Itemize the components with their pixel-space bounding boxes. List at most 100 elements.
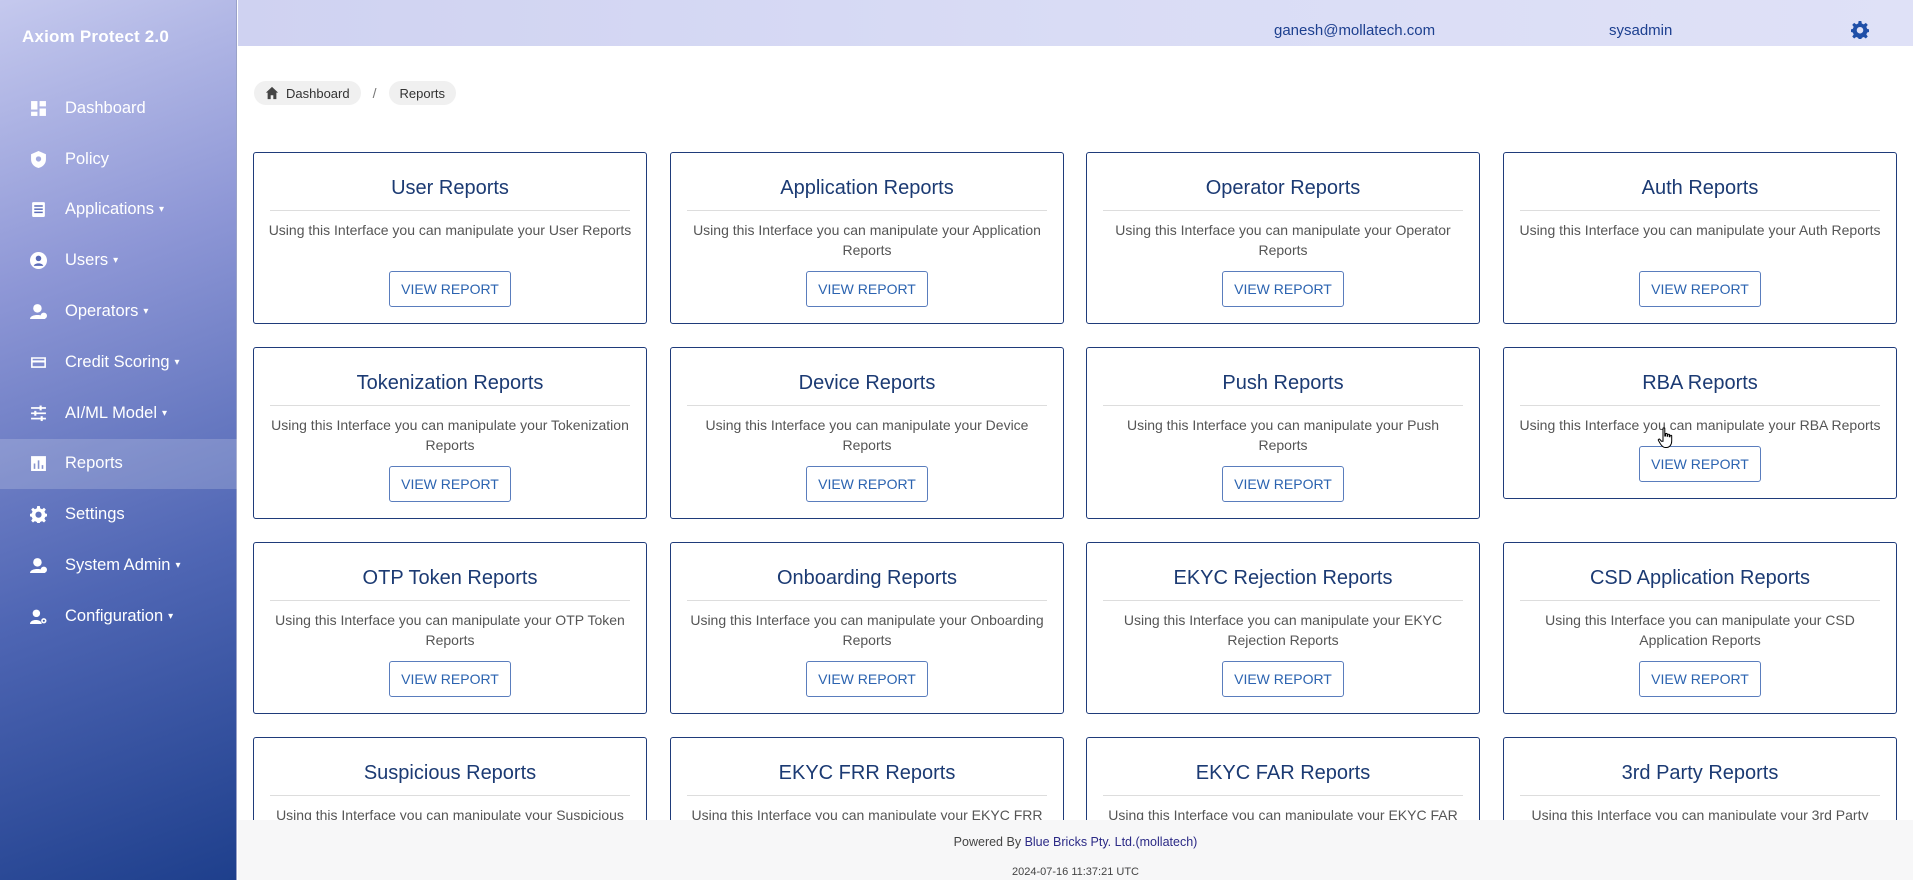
sidebar-item-policy[interactable]: Policy <box>0 134 237 185</box>
sidebar: Axiom Protect 2.0 Dashboard Policy Appli… <box>0 0 237 880</box>
user-gear-icon <box>30 608 47 625</box>
chevron-down-icon: ▾ <box>174 356 180 368</box>
view-report-button[interactable]: VIEW REPORT <box>1639 446 1761 482</box>
card-title: Device Reports <box>798 372 936 394</box>
divider <box>1103 600 1463 601</box>
user-email[interactable]: ganesh@mollatech.com <box>1274 22 1435 39</box>
divider <box>270 405 630 406</box>
view-report-button[interactable]: VIEW REPORT <box>806 661 928 697</box>
card-title: Tokenization Reports <box>356 372 544 394</box>
sidebar-item-reports[interactable]: Reports <box>0 438 237 490</box>
sidebar-item-label: Reports <box>65 454 123 473</box>
report-card-operator: Operator Reports Using this Interface yo… <box>1086 152 1480 324</box>
report-card-push: Push Reports Using this Interface you ca… <box>1086 347 1480 519</box>
sidebar-item-label: Settings <box>65 505 125 524</box>
sidebar-item-label: Configuration <box>65 606 164 625</box>
hand-cursor-icon <box>1657 427 1675 449</box>
view-report-button[interactable]: VIEW REPORT <box>389 661 511 697</box>
report-card-device: Device Reports Using this Interface you … <box>670 347 1064 519</box>
divider <box>270 210 630 211</box>
sidebar-item-operators[interactable]: Operators ▾ <box>0 286 237 337</box>
chevron-down-icon: ▾ <box>162 407 168 419</box>
report-card-suspicious: Suspicious Reports Using this Interface … <box>253 737 647 820</box>
view-report-button[interactable]: VIEW REPORT <box>1639 271 1761 307</box>
card-title: Application Reports <box>780 177 954 199</box>
chevron-down-icon: ▾ <box>143 306 149 318</box>
report-card-ekyc-rejection: EKYC Rejection Reports Using this Interf… <box>1086 542 1480 714</box>
sidebar-item-label: Users <box>65 251 109 270</box>
view-report-button[interactable]: VIEW REPORT <box>389 466 511 502</box>
sidebar-item-label: Operators <box>65 302 139 321</box>
card-description: Using this Interface you can manipulate … <box>271 417 629 453</box>
powered-by-prefix: Powered By <box>953 835 1022 849</box>
view-report-button[interactable]: VIEW REPORT <box>1222 466 1344 502</box>
card-description: Using this Interface you can manipulate … <box>691 807 1043 820</box>
divider <box>1520 405 1880 406</box>
divider <box>687 210 1047 211</box>
gear-icon[interactable] <box>1851 21 1869 39</box>
divider <box>1520 795 1880 796</box>
sidebar-item-settings[interactable]: Settings <box>0 489 237 540</box>
card-title: EKYC FAR Reports <box>1195 762 1371 784</box>
gear-icon <box>30 506 47 524</box>
card-description: Using this Interface you can manipulate … <box>1126 417 1440 453</box>
sidebar-item-users[interactable]: Users ▾ <box>0 235 237 286</box>
operator-icon <box>30 303 47 320</box>
view-report-button[interactable]: VIEW REPORT <box>1639 661 1761 697</box>
sidebar-item-configuration[interactable]: Configuration ▾ <box>0 591 237 642</box>
card-description: Using this Interface you can manipulate … <box>690 612 1044 648</box>
report-card-user: User Reports Using this Interface you ca… <box>253 152 647 324</box>
sidebar-item-dashboard[interactable]: Dashboard <box>0 83 237 134</box>
view-report-button[interactable]: VIEW REPORT <box>1222 661 1344 697</box>
divider <box>1520 600 1880 601</box>
report-card-auth: Auth Reports Using this Interface you ca… <box>1503 152 1897 324</box>
card-title: EKYC Rejection Reports <box>1173 567 1393 589</box>
report-card-tokenization: Tokenization Reports Using this Interfac… <box>253 347 647 519</box>
sidebar-item-label: System Admin <box>65 556 171 575</box>
sidebar-nav: Dashboard Policy Applications ▾ Users ▾ … <box>0 83 237 642</box>
sidebar-item-label: Credit Scoring <box>65 352 170 371</box>
sidebar-item-applications[interactable]: Applications ▾ <box>0 185 237 236</box>
report-card-ekyc-frr: EKYC FRR Reports Using this Interface yo… <box>670 737 1064 820</box>
report-card-otp-token: OTP Token Reports Using this Interface y… <box>253 542 647 714</box>
admin-icon <box>30 557 47 574</box>
server-timestamp: 2024-07-16 11:37:21 UTC <box>1012 866 1139 878</box>
card-description: Using this Interface you can manipulate … <box>1123 612 1443 648</box>
card-title: Suspicious Reports <box>363 762 537 784</box>
report-card-rba: RBA Reports Using this Interface you can… <box>1503 347 1897 499</box>
sidebar-item-credit-scoring[interactable]: Credit Scoring ▾ <box>0 337 237 388</box>
view-report-button[interactable]: VIEW REPORT <box>1222 271 1344 307</box>
card-title: 3rd Party Reports <box>1621 762 1779 784</box>
card-description: Using this Interface you can manipulate … <box>1545 612 1855 648</box>
company-link[interactable]: Blue Bricks Pty. Ltd.(mollatech) <box>1025 835 1198 849</box>
sliders-icon <box>30 405 47 422</box>
card-title: Operator Reports <box>1205 177 1361 199</box>
report-card-3rd-party: 3rd Party Reports Using this Interface y… <box>1503 737 1897 820</box>
app-title: Axiom Protect 2.0 <box>22 27 170 46</box>
powered-by: Powered By Blue Bricks Pty. Ltd.(mollate… <box>238 835 1913 849</box>
report-card-onboarding: Onboarding Reports Using this Interface … <box>670 542 1064 714</box>
sidebar-item-system-admin[interactable]: System Admin ▾ <box>0 540 237 591</box>
card-title: EKYC FRR Reports <box>778 762 956 784</box>
chevron-down-icon: ▾ <box>158 204 165 216</box>
card-description: Using this Interface you can manipulate … <box>1531 807 1869 820</box>
card-title: RBA Reports <box>1642 372 1758 394</box>
chevron-down-icon: ▾ <box>168 610 174 622</box>
divider <box>1103 795 1463 796</box>
view-report-button[interactable]: VIEW REPORT <box>806 466 928 502</box>
card-title: OTP Token Reports <box>362 567 538 589</box>
user-circle-icon <box>30 252 47 270</box>
username[interactable]: sysadmin <box>1609 22 1672 39</box>
view-report-button[interactable]: VIEW REPORT <box>389 271 511 307</box>
divider <box>270 600 630 601</box>
view-report-button[interactable]: VIEW REPORT <box>806 271 928 307</box>
sidebar-item-label: Dashboard <box>65 98 146 117</box>
sidebar-item-label: Policy <box>65 149 110 168</box>
chevron-down-icon: ▾ <box>113 255 119 267</box>
card-title: User Reports <box>391 177 509 199</box>
shield-icon <box>30 150 47 168</box>
card-title: Onboarding Reports <box>776 567 958 589</box>
sidebar-item-ai-ml-model[interactable]: AI/ML Model ▾ <box>0 388 237 439</box>
chevron-down-icon: ▾ <box>175 560 181 572</box>
card-description: Using this Interface you can manipulate … <box>1519 417 1881 433</box>
